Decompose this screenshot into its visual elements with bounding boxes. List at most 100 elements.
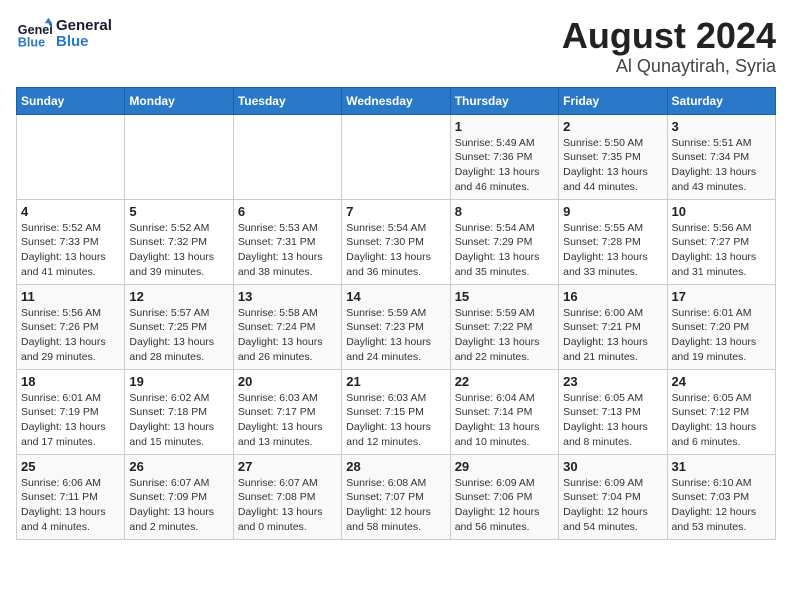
day-number: 28	[346, 459, 445, 474]
day-info: Sunrise: 5:54 AM Sunset: 7:29 PM Dayligh…	[455, 221, 554, 280]
week-row-1: 1 Sunrise: 5:49 AM Sunset: 7:36 PM Daylig…	[17, 114, 776, 199]
logo-blue: Blue	[56, 34, 112, 51]
day-info: Sunrise: 5:49 AM Sunset: 7:36 PM Dayligh…	[455, 136, 554, 195]
day-info: Sunrise: 6:04 AM Sunset: 7:14 PM Dayligh…	[455, 391, 554, 450]
day-info: Sunrise: 5:59 AM Sunset: 7:22 PM Dayligh…	[455, 306, 554, 365]
day-info: Sunrise: 5:56 AM Sunset: 7:27 PM Dayligh…	[672, 221, 771, 280]
day-number: 16	[563, 289, 662, 304]
day-cell: 26Sunrise: 6:07 AM Sunset: 7:09 PM Dayli…	[125, 454, 233, 539]
calendar-body: 1 Sunrise: 5:49 AM Sunset: 7:36 PM Daylig…	[17, 114, 776, 539]
day-cell: 10 Sunrise: 5:56 AM Sunset: 7:27 PM Dayli…	[667, 199, 775, 284]
day-info: Sunrise: 5:59 AM Sunset: 7:23 PM Dayligh…	[346, 306, 445, 365]
day-cell: 12Sunrise: 5:57 AM Sunset: 7:25 PM Dayli…	[125, 284, 233, 369]
day-info: Sunrise: 5:54 AM Sunset: 7:30 PM Dayligh…	[346, 221, 445, 280]
header-tuesday: Tuesday	[233, 87, 341, 114]
day-number: 10	[672, 204, 771, 219]
day-info: Sunrise: 6:05 AM Sunset: 7:12 PM Dayligh…	[672, 391, 771, 450]
day-number: 2	[563, 119, 662, 134]
day-cell: 5Sunrise: 5:52 AM Sunset: 7:32 PM Daylig…	[125, 199, 233, 284]
day-cell: 30 Sunrise: 6:09 AM Sunset: 7:04 PM Dayli…	[559, 454, 667, 539]
day-cell: 27 Sunrise: 6:07 AM Sunset: 7:08 PM Dayli…	[233, 454, 341, 539]
day-number: 3	[672, 119, 771, 134]
day-cell: 14 Sunrise: 5:59 AM Sunset: 7:23 PM Dayli…	[342, 284, 450, 369]
day-info: Sunrise: 6:01 AM Sunset: 7:20 PM Dayligh…	[672, 306, 771, 365]
day-info: Sunrise: 5:52 AM Sunset: 7:33 PM Dayligh…	[21, 221, 120, 280]
day-number: 30	[563, 459, 662, 474]
day-number: 22	[455, 374, 554, 389]
day-info: Sunrise: 5:55 AM Sunset: 7:28 PM Dayligh…	[563, 221, 662, 280]
day-cell: 19 Sunrise: 6:02 AM Sunset: 7:18 PM Dayli…	[125, 369, 233, 454]
day-number: 31	[672, 459, 771, 474]
day-number: 19	[129, 374, 228, 389]
day-cell: 23Sunrise: 6:05 AM Sunset: 7:13 PM Dayli…	[559, 369, 667, 454]
day-number: 4	[21, 204, 120, 219]
day-number: 18	[21, 374, 120, 389]
day-info: Sunrise: 6:07 AM Sunset: 7:08 PM Dayligh…	[238, 476, 337, 535]
day-info: Sunrise: 5:57 AM Sunset: 7:25 PM Dayligh…	[129, 306, 228, 365]
day-cell: 21 Sunrise: 6:03 AM Sunset: 7:15 PM Dayli…	[342, 369, 450, 454]
day-cell: 7 Sunrise: 5:54 AM Sunset: 7:30 PM Daylig…	[342, 199, 450, 284]
day-number: 24	[672, 374, 771, 389]
logo-general: General	[56, 18, 112, 35]
day-cell: 20 Sunrise: 6:03 AM Sunset: 7:17 PM Dayli…	[233, 369, 341, 454]
day-number: 11	[21, 289, 120, 304]
day-info: Sunrise: 6:03 AM Sunset: 7:15 PM Dayligh…	[346, 391, 445, 450]
day-cell: 6 Sunrise: 5:53 AM Sunset: 7:31 PM Daylig…	[233, 199, 341, 284]
day-number: 21	[346, 374, 445, 389]
day-cell: 31 Sunrise: 6:10 AM Sunset: 7:03 PM Dayli…	[667, 454, 775, 539]
day-cell: 25 Sunrise: 6:06 AM Sunset: 7:11 PM Dayli…	[17, 454, 125, 539]
day-cell: 18Sunrise: 6:01 AM Sunset: 7:19 PM Dayli…	[17, 369, 125, 454]
day-cell: 2 Sunrise: 5:50 AM Sunset: 7:35 PM Daylig…	[559, 114, 667, 199]
day-cell: 22 Sunrise: 6:04 AM Sunset: 7:14 PM Dayli…	[450, 369, 558, 454]
day-cell: 13Sunrise: 5:58 AM Sunset: 7:24 PM Dayli…	[233, 284, 341, 369]
day-info: Sunrise: 6:09 AM Sunset: 7:04 PM Dayligh…	[563, 476, 662, 535]
day-info: Sunrise: 6:06 AM Sunset: 7:11 PM Dayligh…	[21, 476, 120, 535]
day-number: 29	[455, 459, 554, 474]
day-info: Sunrise: 5:51 AM Sunset: 7:34 PM Dayligh…	[672, 136, 771, 195]
day-info: Sunrise: 6:02 AM Sunset: 7:18 PM Dayligh…	[129, 391, 228, 450]
page-header: General Blue General Blue August 2024 Al…	[16, 16, 776, 77]
day-info: Sunrise: 6:08 AM Sunset: 7:07 PM Dayligh…	[346, 476, 445, 535]
day-info: Sunrise: 6:10 AM Sunset: 7:03 PM Dayligh…	[672, 476, 771, 535]
header-friday: Friday	[559, 87, 667, 114]
day-number: 20	[238, 374, 337, 389]
day-number: 27	[238, 459, 337, 474]
day-info: Sunrise: 5:53 AM Sunset: 7:31 PM Dayligh…	[238, 221, 337, 280]
day-number: 14	[346, 289, 445, 304]
sub-title: Al Qunaytirah, Syria	[562, 56, 776, 77]
day-number: 15	[455, 289, 554, 304]
day-cell: 8 Sunrise: 5:54 AM Sunset: 7:29 PM Daylig…	[450, 199, 558, 284]
day-number: 25	[21, 459, 120, 474]
day-number: 17	[672, 289, 771, 304]
day-cell: 15 Sunrise: 5:59 AM Sunset: 7:22 PM Dayli…	[450, 284, 558, 369]
header-thursday: Thursday	[450, 87, 558, 114]
day-info: Sunrise: 5:52 AM Sunset: 7:32 PM Dayligh…	[129, 221, 228, 280]
day-number: 23	[563, 374, 662, 389]
day-cell: 28 Sunrise: 6:08 AM Sunset: 7:07 PM Dayli…	[342, 454, 450, 539]
day-cell: 24 Sunrise: 6:05 AM Sunset: 7:12 PM Dayli…	[667, 369, 775, 454]
day-cell: 4 Sunrise: 5:52 AM Sunset: 7:33 PM Daylig…	[17, 199, 125, 284]
day-number: 7	[346, 204, 445, 219]
day-number: 1	[455, 119, 554, 134]
day-cell	[17, 114, 125, 199]
day-info: Sunrise: 5:50 AM Sunset: 7:35 PM Dayligh…	[563, 136, 662, 195]
day-number: 8	[455, 204, 554, 219]
day-cell: 29Sunrise: 6:09 AM Sunset: 7:06 PM Dayli…	[450, 454, 558, 539]
day-info: Sunrise: 5:56 AM Sunset: 7:26 PM Dayligh…	[21, 306, 120, 365]
main-title: August 2024	[562, 16, 776, 56]
header-monday: Monday	[125, 87, 233, 114]
week-row-2: 4 Sunrise: 5:52 AM Sunset: 7:33 PM Daylig…	[17, 199, 776, 284]
calendar-table: SundayMondayTuesdayWednesdayThursdayFrid…	[16, 87, 776, 540]
day-number: 26	[129, 459, 228, 474]
day-cell: 9Sunrise: 5:55 AM Sunset: 7:28 PM Daylig…	[559, 199, 667, 284]
week-row-5: 25 Sunrise: 6:06 AM Sunset: 7:11 PM Dayli…	[17, 454, 776, 539]
header-saturday: Saturday	[667, 87, 775, 114]
day-cell	[233, 114, 341, 199]
day-info: Sunrise: 5:58 AM Sunset: 7:24 PM Dayligh…	[238, 306, 337, 365]
day-number: 6	[238, 204, 337, 219]
day-cell: 3 Sunrise: 5:51 AM Sunset: 7:34 PM Daylig…	[667, 114, 775, 199]
week-row-4: 18Sunrise: 6:01 AM Sunset: 7:19 PM Dayli…	[17, 369, 776, 454]
day-info: Sunrise: 6:03 AM Sunset: 7:17 PM Dayligh…	[238, 391, 337, 450]
day-cell: 11 Sunrise: 5:56 AM Sunset: 7:26 PM Dayli…	[17, 284, 125, 369]
logo: General Blue General Blue	[16, 16, 112, 52]
